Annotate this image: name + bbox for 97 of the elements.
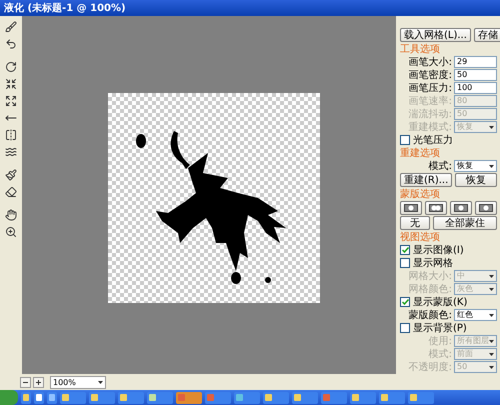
start-button[interactable] — [0, 390, 18, 405]
window-title: 液化 (未标题-1 @ 100%) — [4, 1, 126, 15]
field-label: 画笔压力: — [408, 82, 452, 94]
dropdown-arrow-icon — [489, 340, 494, 342]
app-icon — [120, 394, 127, 401]
field-label: 网格颜色: — [408, 284, 452, 294]
field-label: 画笔密度: — [408, 70, 452, 80]
checkbox-label: 显示图像(I) — [413, 244, 464, 256]
taskbar-button[interactable] — [147, 392, 173, 404]
field-label: 使用: — [428, 336, 452, 346]
checkmark-icon — [402, 299, 408, 305]
section-heading: 蒙版选项 — [400, 189, 441, 200]
app-icon — [410, 394, 417, 401]
dropdown-arrow-icon — [489, 352, 494, 356]
taskbar-button[interactable] — [89, 392, 115, 404]
mask-mode-button[interactable] — [450, 201, 472, 215]
dropdown-arrow-icon — [98, 380, 103, 384]
eraser-icon[interactable] — [5, 186, 17, 198]
field-label: 画笔大小: — [408, 56, 452, 68]
zoom-out-button[interactable] — [20, 376, 31, 388]
checkbox[interactable] — [400, 135, 410, 145]
field-label: 蒙版颜色: — [408, 310, 452, 320]
taskbar-button[interactable] — [292, 392, 318, 404]
field-label: 重建模式: — [408, 122, 452, 132]
undo-icon[interactable] — [5, 38, 17, 50]
field-label: 湍流抖动: — [408, 108, 452, 120]
turbulence-icon[interactable] — [5, 146, 17, 158]
app-icon — [149, 394, 156, 401]
mask-mode-icon — [454, 204, 468, 212]
taskbar-button[interactable] — [60, 392, 86, 404]
panel-button[interactable]: 无 — [400, 216, 430, 230]
field-label: 网格大小: — [408, 270, 452, 282]
taskbar-button[interactable] — [379, 392, 405, 404]
warp-brush-icon[interactable] — [5, 21, 17, 33]
panel-button[interactable]: 重建(R)... — [400, 173, 452, 187]
dropdown[interactable]: 恢复 — [454, 160, 497, 172]
taskbar-button[interactable] — [34, 392, 44, 404]
dropdown[interactable]: 红色 — [454, 309, 497, 321]
mask-mode-icon — [479, 204, 493, 212]
checkbox-label: 光笔压力 — [413, 134, 453, 146]
zoom-dropdown[interactable]: 100% — [50, 376, 106, 388]
bloat-icon[interactable] — [5, 95, 17, 107]
checkbox-label: 显示网格 — [413, 258, 453, 268]
panel-button[interactable]: 载入网格(L)... — [400, 28, 471, 42]
app-icon — [207, 394, 214, 401]
app-icon — [294, 394, 301, 401]
zoom-in-button[interactable] — [33, 376, 44, 388]
app-icon — [236, 394, 243, 401]
field-label: 画笔速率: — [408, 96, 452, 106]
dropdown-arrow-icon — [489, 126, 494, 128]
mask-mode-button[interactable] — [475, 201, 497, 215]
taskbar-button[interactable] — [350, 392, 376, 404]
section-heading: 视图选项 — [400, 232, 441, 243]
section-heading: 工具选项 — [400, 44, 441, 55]
mask-brush-icon[interactable] — [5, 169, 17, 181]
checkmark-icon — [402, 247, 408, 253]
twirl-icon[interactable] — [5, 61, 17, 73]
mirror-icon[interactable] — [5, 129, 17, 141]
panel-button[interactable]: 全部蒙住 — [433, 216, 497, 230]
section-heading: 重建选项 — [400, 148, 441, 159]
input-field[interactable]: 50 — [454, 69, 497, 81]
field-label: 不透明度: — [408, 362, 452, 372]
dropdown-arrow-icon — [489, 164, 494, 168]
app-icon — [91, 394, 98, 401]
plus-icon — [36, 380, 41, 384]
dropdown-arrow-icon — [489, 288, 494, 290]
field-label: 模式: — [428, 160, 452, 172]
taskbar-button[interactable] — [263, 392, 289, 404]
app-icon — [265, 394, 272, 401]
dropdown-arrow-icon — [489, 314, 494, 316]
app-icon — [178, 394, 185, 401]
field-label: 模式: — [428, 348, 452, 360]
mask-mode-icon — [429, 204, 443, 212]
app-icon — [352, 394, 359, 401]
checkbox-label: 显示背景(P) — [413, 322, 467, 334]
hand-icon[interactable] — [5, 209, 17, 221]
checkbox[interactable] — [400, 245, 410, 255]
mask-mode-button[interactable] — [425, 201, 447, 215]
checkbox[interactable] — [400, 297, 410, 307]
taskbar-button[interactable] — [408, 392, 434, 404]
input-field[interactable]: 100 — [454, 82, 497, 94]
mask-mode-icon — [404, 204, 418, 212]
app-icon — [381, 394, 388, 401]
panel-button[interactable]: 恢复 — [455, 173, 497, 187]
taskbar-button[interactable] — [118, 392, 144, 404]
checkbox[interactable] — [400, 323, 410, 333]
mask-mode-button[interactable] — [400, 201, 422, 215]
checkbox-label: 显示蒙版(K) — [413, 296, 468, 308]
taskbar-button[interactable] — [21, 392, 31, 404]
panel-button[interactable]: 存储 — [474, 28, 500, 42]
pucker-icon[interactable] — [5, 78, 17, 90]
dropdown-arrow-icon — [489, 366, 494, 368]
zoom-icon[interactable] — [5, 226, 17, 238]
input-field[interactable]: 29 — [454, 56, 497, 68]
app-icon — [323, 394, 330, 401]
dropdown-arrow-icon — [489, 274, 494, 278]
checkbox[interactable] — [400, 258, 410, 268]
